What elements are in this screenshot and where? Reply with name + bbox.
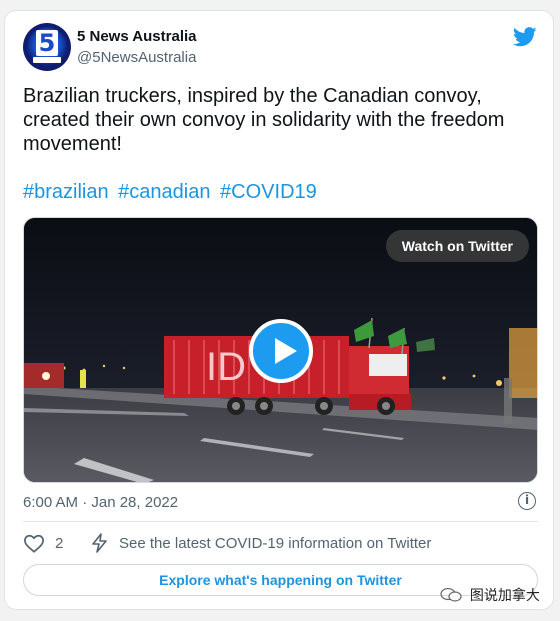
wechat-icon	[440, 588, 462, 602]
play-icon	[275, 338, 297, 364]
like-count: 2	[55, 535, 64, 552]
avatar-logo-text: 5	[36, 30, 58, 56]
divider	[23, 521, 538, 522]
tweet-text: Brazilian truckers, inspired by the Cana…	[23, 85, 505, 155]
timestamp[interactable]: 6:00 AM · Jan 28, 2022	[23, 494, 178, 511]
author-handle[interactable]: @5NewsAustralia	[77, 49, 196, 66]
watermark: 图说加拿大	[440, 585, 540, 607]
watch-on-twitter-button[interactable]: Watch on Twitter	[385, 230, 529, 262]
covid-info-link[interactable]: See the latest COVID-19 information on T…	[119, 535, 431, 552]
heart-icon[interactable]	[23, 533, 45, 553]
action-bar: 2 See the latest COVID-19 information on…	[23, 531, 538, 555]
hashtag-link[interactable]: #brazilian	[23, 181, 109, 203]
author-name[interactable]: 5 News Australia	[77, 28, 197, 45]
video-thumbnail[interactable]: ID Watch on Twitter	[23, 217, 538, 483]
play-button[interactable]	[249, 319, 313, 383]
hashtag-row: #brazilian #canadian #COVID19	[23, 180, 321, 204]
truck-trailer-text: ID	[206, 345, 246, 389]
tweet-meta: 6:00 AM · Jan 28, 2022 i	[23, 492, 538, 514]
hashtag-link[interactable]: #canadian	[118, 181, 210, 203]
lightning-icon	[92, 533, 107, 553]
twitter-bird-icon[interactable]	[513, 27, 537, 47]
watermark-text: 图说加拿大	[469, 587, 540, 603]
hashtag-link[interactable]: #COVID19	[220, 181, 317, 203]
avatar[interactable]: 5	[23, 23, 71, 71]
tweet-card: 5 5 News Australia @5NewsAustralia Brazi…	[4, 10, 554, 610]
info-icon[interactable]: i	[518, 492, 536, 510]
